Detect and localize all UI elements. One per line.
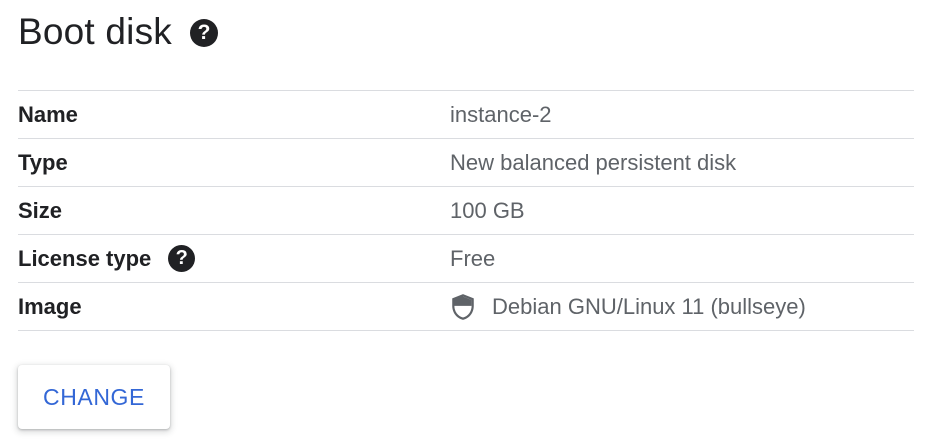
- row-label-group: License type ?: [18, 245, 450, 272]
- license-help-icon[interactable]: ?: [168, 245, 196, 272]
- table-row-image: Image Debian GNU/Linux 11 (bullseye): [18, 283, 914, 331]
- row-label: License type: [18, 245, 152, 271]
- table-row-name: Name instance-2: [18, 91, 914, 139]
- row-label: Image: [18, 293, 82, 319]
- row-label: Size: [18, 197, 63, 223]
- change-button[interactable]: CHANGE: [18, 365, 170, 429]
- table-row-license-type: License type ? Free: [18, 235, 914, 283]
- table-row-size: Size 100 GB: [18, 187, 914, 235]
- shield-icon: [450, 293, 476, 321]
- row-value-group: Debian GNU/Linux 11 (bullseye): [450, 293, 806, 321]
- row-value: instance-2: [450, 101, 552, 127]
- row-value: Free: [450, 245, 496, 271]
- section-header: Boot disk ?: [18, 10, 218, 54]
- row-label: Name: [18, 101, 78, 127]
- row-label: Type: [18, 149, 68, 175]
- row-value: New balanced persistent disk: [450, 149, 737, 175]
- page-title: Boot disk: [18, 11, 172, 52]
- table-row-type: Type New balanced persistent disk: [18, 139, 914, 187]
- row-value: Debian GNU/Linux 11 (bullseye): [492, 293, 806, 319]
- boot-disk-details-table: Name instance-2 Type New balanced persis…: [18, 90, 914, 331]
- row-value: 100 GB: [450, 197, 525, 223]
- help-icon[interactable]: ?: [190, 19, 218, 47]
